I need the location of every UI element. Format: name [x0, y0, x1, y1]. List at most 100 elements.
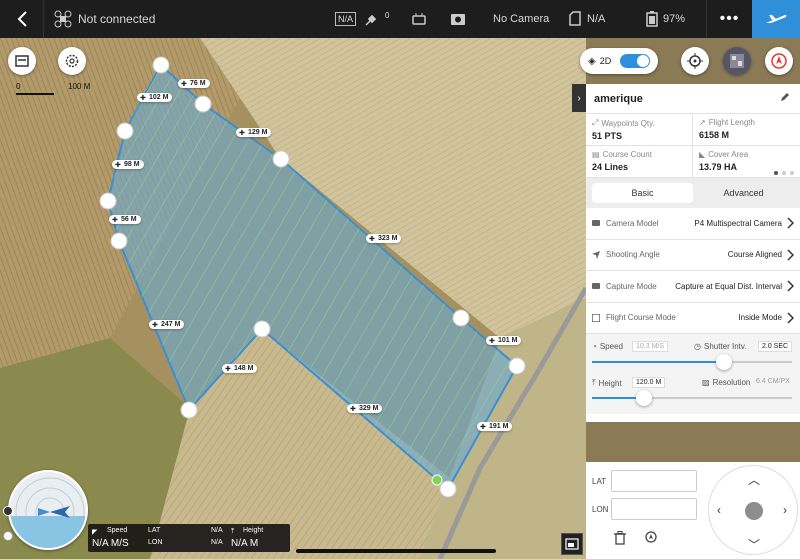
map-scale: 0 100 M: [16, 82, 90, 95]
coordinate-controls: LAT LON ︿ ﹀ ‹ ›: [586, 462, 800, 559]
telemetry-speed-value: N/A M/S: [92, 538, 129, 549]
capture-mode-row[interactable]: Capture Mode Capture at Equal Dist. Inte…: [586, 271, 800, 303]
plus-icon: ✚: [350, 406, 356, 413]
path-icon: ↗: [699, 118, 706, 127]
clock-icon: ◷: [694, 342, 701, 351]
rc-mode: N/A: [335, 0, 357, 38]
stat-label: Cover Area: [708, 150, 749, 159]
arrow-up-button[interactable]: ︿: [748, 471, 760, 488]
stat-value: 51 PTS: [592, 131, 623, 141]
shutter-label: ◷ Shutter Intv.: [694, 342, 747, 351]
shooting-angle-row[interactable]: Shooting Angle Course Aligned: [586, 240, 800, 271]
attitude-radar[interactable]: [8, 470, 88, 550]
locate-button[interactable]: [681, 47, 709, 75]
satellite-map: [0, 38, 586, 559]
radar-toggle-button[interactable]: [3, 506, 13, 516]
aircraft-locate-button[interactable]: [765, 47, 793, 75]
segment-length-label: ✚ 323 M: [366, 234, 402, 243]
panel-collapse-button[interactable]: ›: [572, 84, 586, 112]
arrow-right-button[interactable]: ›: [783, 503, 787, 517]
lat-input[interactable]: [611, 470, 697, 492]
view-mode-toggle[interactable]: ◈ 2D: [580, 48, 658, 74]
speed-label: ◔ Speed: [592, 342, 623, 351]
telemetry-lat-value: N/A: [211, 527, 223, 534]
map-layers-button[interactable]: [561, 533, 583, 555]
radar-home-indicator: [3, 531, 13, 541]
segment-length-text: 129 M: [248, 129, 268, 136]
plus-icon: ✚: [489, 338, 495, 345]
telemetry-height-value: N/A M: [231, 538, 259, 549]
speed-icon: ◔: [592, 342, 597, 351]
battery-value: 97%: [663, 13, 686, 25]
lon-input[interactable]: [611, 498, 697, 520]
segment-length-label: ✚ 98 M: [112, 160, 144, 169]
plus-icon: ✚: [181, 81, 187, 88]
arrow-down-button[interactable]: ﹀: [748, 536, 760, 553]
delete-waypoint-button[interactable]: [614, 531, 626, 550]
segment-length-text: 101 M: [498, 337, 518, 344]
height-value: 120.0 M: [632, 377, 666, 388]
waypoint-settings-button[interactable]: [644, 531, 658, 550]
plus-icon: ✚: [369, 236, 375, 243]
flight-course-mode-row[interactable]: Flight Course Mode Inside Mode: [586, 303, 800, 334]
mission-panel: › amerique ⤢ Waypoints Qty. 51 PTS ↗ Fligh…: [572, 84, 800, 422]
battery-status: 97%: [646, 0, 685, 38]
resolution-label-text: Resolution: [712, 378, 751, 387]
fly-button[interactable]: [752, 0, 800, 38]
mission-library-button[interactable]: [8, 47, 36, 75]
view-mode-label: 2D: [599, 56, 612, 66]
drone-icon: [54, 10, 72, 28]
segment-length-text: 323 M: [378, 235, 398, 242]
edit-name-button[interactable]: [780, 92, 790, 105]
height-slider[interactable]: [592, 390, 792, 406]
aircraft-status[interactable]: Not connected: [54, 0, 155, 38]
resolution-label: ▨ Resolution: [702, 378, 750, 387]
more-menu-button[interactable]: •••: [706, 0, 752, 38]
remote-controller-status: [411, 0, 427, 38]
scale-start: 0: [16, 82, 21, 91]
speed-slider-knob[interactable]: [716, 354, 732, 370]
mission-stats: ⤢ Waypoints Qty. 51 PTS ↗ Flight Length 61…: [586, 114, 800, 178]
battery-icon: [646, 11, 658, 27]
plus-icon: ✚: [140, 95, 146, 102]
arrow-left-button[interactable]: ‹: [717, 503, 721, 517]
speed-slider-fill: [592, 361, 724, 363]
tab-advanced[interactable]: Advanced: [693, 183, 794, 203]
segment-length-label: ✚ 56 M: [109, 215, 141, 224]
map-type-button[interactable]: [723, 47, 751, 75]
dpad-center-button[interactable]: [745, 502, 763, 520]
stat-label: Course Count: [602, 150, 652, 159]
map-settings-button[interactable]: [58, 47, 86, 75]
tab-basic[interactable]: Basic: [592, 183, 693, 203]
view-mode-switch[interactable]: [620, 54, 650, 68]
row-label: Shooting Angle: [606, 250, 660, 260]
camera-icon: [451, 14, 465, 25]
stats-pager[interactable]: [774, 171, 794, 175]
storage-status: N/A: [568, 0, 605, 38]
camera-model-row[interactable]: Camera Model P4 Multispectral Camera: [586, 208, 800, 240]
camera-status-text: No Camera: [493, 13, 550, 25]
telemetry-height-label: Height: [243, 527, 264, 534]
mission-name: amerique: [594, 92, 643, 105]
chevron-right-icon: [787, 280, 794, 292]
chevron-left-icon: [17, 11, 27, 27]
telemetry-lon-value: N/A: [211, 539, 223, 546]
speed-icon: ◤: [92, 529, 98, 536]
rc-mode-value: N/A: [335, 12, 357, 26]
segment-length-label: ✚ 148 M: [222, 364, 258, 373]
row-value: P4 Multispectral Camera: [694, 218, 782, 228]
telemetry-bar: ◤ Speed N/A M/S LAT N/A LON N/A ⤒ Height…: [88, 524, 290, 552]
speed-slider[interactable]: [592, 354, 792, 370]
flight-parameters: ◔ Speed 10.3 M/S ◷ Shutter Intv. 2.0 SEC ⤒…: [586, 334, 800, 414]
satellite-icon: [365, 14, 377, 26]
height-slider-knob[interactable]: [636, 390, 652, 406]
takeoff-plane-icon: [766, 14, 787, 23]
gear-icon: [65, 54, 79, 68]
map-view[interactable]: ✚ 76 M ✚ 102 M ✚ 129 M ✚ 98 M ✚ 56 M ✚ 323 M ✚ 247 M ✚…: [0, 38, 586, 559]
height-icon: ⤒: [592, 378, 596, 387]
resolution-value: 6.4 CM/PX: [756, 378, 790, 385]
segment-length-label: ✚ 129 M: [236, 128, 272, 137]
plus-icon: ✚: [152, 322, 158, 329]
back-button[interactable]: [0, 0, 44, 38]
segment-length-label: ✚ 101 M: [486, 336, 522, 345]
